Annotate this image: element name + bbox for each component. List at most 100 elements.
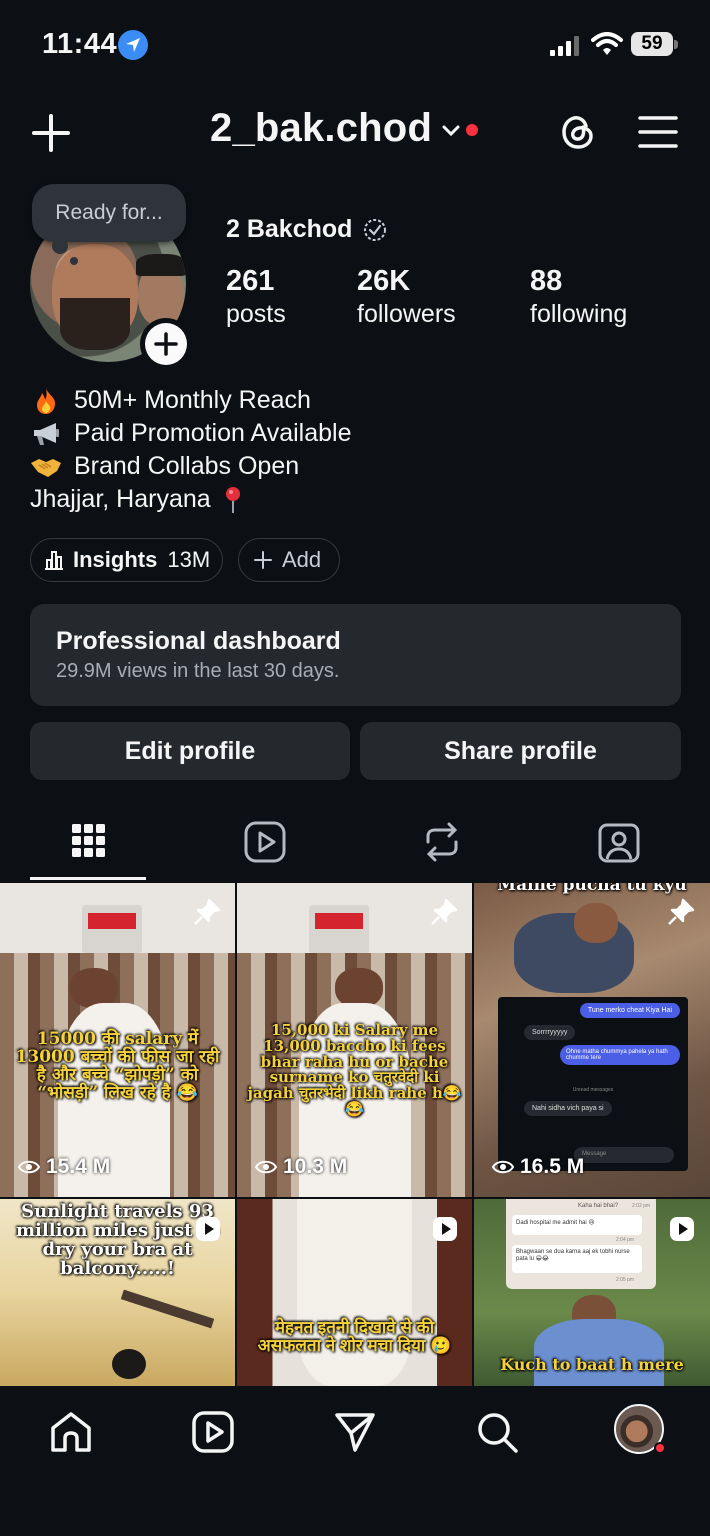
person-legs <box>297 1199 412 1386</box>
stat-label: followers <box>357 300 456 328</box>
dashboard-subtitle: 29.9M views in the last 30 days. <box>56 660 340 682</box>
search-icon[interactable] <box>475 1410 519 1454</box>
insights-pill[interactable]: Insights 13M <box>30 538 223 582</box>
bio-line: Jhajjar, Haryana <box>30 483 670 516</box>
views-count: 15.4 M <box>18 1155 110 1179</box>
bio-text: 50M+ Monthly Reach <box>74 386 311 414</box>
ceiling-fan <box>120 1289 215 1329</box>
pin-icon <box>668 898 695 925</box>
reels-icon[interactable] <box>191 1410 235 1454</box>
wifi-icon <box>591 32 623 55</box>
cellular-signal-icon <box>550 36 579 56</box>
threads-icon[interactable] <box>558 112 598 152</box>
notification-dot <box>466 123 479 136</box>
plus-icon <box>154 332 178 356</box>
views-count: 16.5 M <box>492 1155 584 1179</box>
stat-posts[interactable]: 261 posts <box>226 264 286 330</box>
username: 2_bak.chod <box>210 106 433 150</box>
tab-reposts-icon[interactable] <box>420 820 464 864</box>
profile-tabs <box>0 810 710 882</box>
home-icon[interactable] <box>49 1410 93 1454</box>
chat-screenshot: Kaha hai bhai? 2:02 pm Dadi hospital me … <box>506 1199 656 1289</box>
add-pill[interactable]: Add <box>238 538 340 582</box>
location-arrow-icon <box>118 30 148 60</box>
battery-tip <box>674 40 678 49</box>
stat-value: 261 <box>226 265 275 297</box>
post-overlay-text: Kuch to baat h mere <box>500 1355 684 1374</box>
chevron-down-icon <box>442 125 460 136</box>
handshake-icon <box>30 453 62 481</box>
grid-post[interactable]: 15000 की salary में 13000 बच्चों की फीस … <box>0 883 235 1197</box>
note-tail-small <box>70 257 78 265</box>
bio-text: Brand Collabs Open <box>74 452 300 480</box>
create-plus-icon[interactable] <box>30 112 72 154</box>
bio-text: Paid Promotion Available <box>74 419 352 447</box>
share-profile-button[interactable]: Share profile <box>360 722 681 780</box>
post-overlay-text: 15000 की salary में 13000 बच्चों की फीस … <box>15 1029 220 1103</box>
insights-value: 13M <box>167 547 211 572</box>
add-story-button[interactable] <box>140 318 192 370</box>
pin-icon <box>431 898 458 925</box>
verified-badge-icon[interactable] <box>362 217 388 243</box>
reel-icon <box>196 1217 220 1241</box>
grid-post[interactable]: मेहनत इतनी दिखावे से की असफलता ने शोर मच… <box>237 1199 472 1386</box>
bio-line: 50M+ Monthly Reach <box>30 384 670 417</box>
stat-value: 26K <box>357 265 411 297</box>
tab-tagged-icon[interactable] <box>597 820 641 864</box>
bio: 50M+ Monthly Reach Paid Promotion Availa… <box>30 384 670 516</box>
stat-followers[interactable]: 26K followers <box>357 264 456 330</box>
avatar-beard <box>60 298 130 350</box>
reel-icon <box>670 1217 694 1241</box>
bio-text: Jhajjar, Haryana <box>30 485 211 513</box>
professional-dashboard[interactable]: Professional dashboard 29.9M views in th… <box>30 604 681 706</box>
stat-following[interactable]: 88 following <box>530 264 627 330</box>
post-overlay-text: 15,000 ki Salary me 13,000 baccho ki fee… <box>247 1021 462 1118</box>
tab-grid-icon[interactable] <box>66 820 110 864</box>
edit-profile-button[interactable]: Edit profile <box>30 722 350 780</box>
insights-label: Insights <box>73 547 158 572</box>
battery-indicator: 59 <box>631 32 673 56</box>
stat-label: following <box>530 300 628 328</box>
grid-post[interactable]: Kaha hai bhai? 2:02 pm Dadi hospital me … <box>474 1199 710 1386</box>
stat-value: 88 <box>530 265 563 297</box>
eye-views-icon <box>492 1160 514 1174</box>
avatar-hair-secondary <box>136 254 186 276</box>
posts-grid: 15000 की salary में 13000 बच्चों की फीस … <box>0 883 710 1386</box>
hamburger-menu-icon[interactable] <box>638 114 678 150</box>
display-name-row: 2 Bakchod <box>226 215 388 244</box>
chat-screenshot: Tune merko cheat Kiya Hai Sorrrryyyyy Oh… <box>498 997 688 1171</box>
add-label: Add <box>282 547 322 572</box>
status-bar: 11:44 59 <box>0 0 710 90</box>
views-count: 10.3 M <box>255 1155 347 1179</box>
note-bubble[interactable]: Ready for... <box>32 184 186 242</box>
bar-chart-icon <box>45 551 63 570</box>
pin-icon <box>194 898 221 925</box>
profile-header: 2_bak.chod <box>0 100 710 164</box>
grid-post[interactable]: Maine pucha tu kyu Tune merko cheat Kiya… <box>474 883 710 1197</box>
account-switcher[interactable]: 2_bak.chod <box>210 106 479 151</box>
tab-reels-icon[interactable] <box>243 820 287 864</box>
grid-post[interactable]: Sunlight travels 93 million miles just t… <box>0 1199 235 1386</box>
fire-icon <box>30 387 62 415</box>
status-time: 11:44 <box>42 28 118 60</box>
stat-label: posts <box>226 300 286 328</box>
direct-messages-icon[interactable] <box>333 1410 377 1454</box>
post-overlay-text: Maine pucha tu kyu <box>497 883 687 895</box>
plus-icon <box>254 551 272 569</box>
grid-post[interactable]: 15,000 ki Salary me 13,000 baccho ki fee… <box>237 883 472 1197</box>
bio-line: Brand Collabs Open <box>30 450 670 483</box>
megaphone-icon <box>30 420 62 448</box>
eye-views-icon <box>18 1160 40 1174</box>
eye-views-icon <box>255 1160 277 1174</box>
post-overlay-text: मेहनत इतनी दिखावे से की असफलता ने शोर मच… <box>257 1318 452 1355</box>
notification-dot <box>654 1442 666 1454</box>
bio-line: Paid Promotion Available <box>30 417 670 450</box>
note-tail <box>52 238 68 254</box>
location-pin-icon <box>217 486 249 514</box>
person-shirt <box>534 1319 664 1386</box>
dashboard-title: Professional dashboard <box>56 627 341 655</box>
display-name: 2 Bakchod <box>226 215 353 243</box>
post-overlay-text: Sunlight travels 93 million miles just t… <box>16 1201 219 1279</box>
active-tab-indicator <box>30 877 146 880</box>
reel-icon <box>433 1217 457 1241</box>
